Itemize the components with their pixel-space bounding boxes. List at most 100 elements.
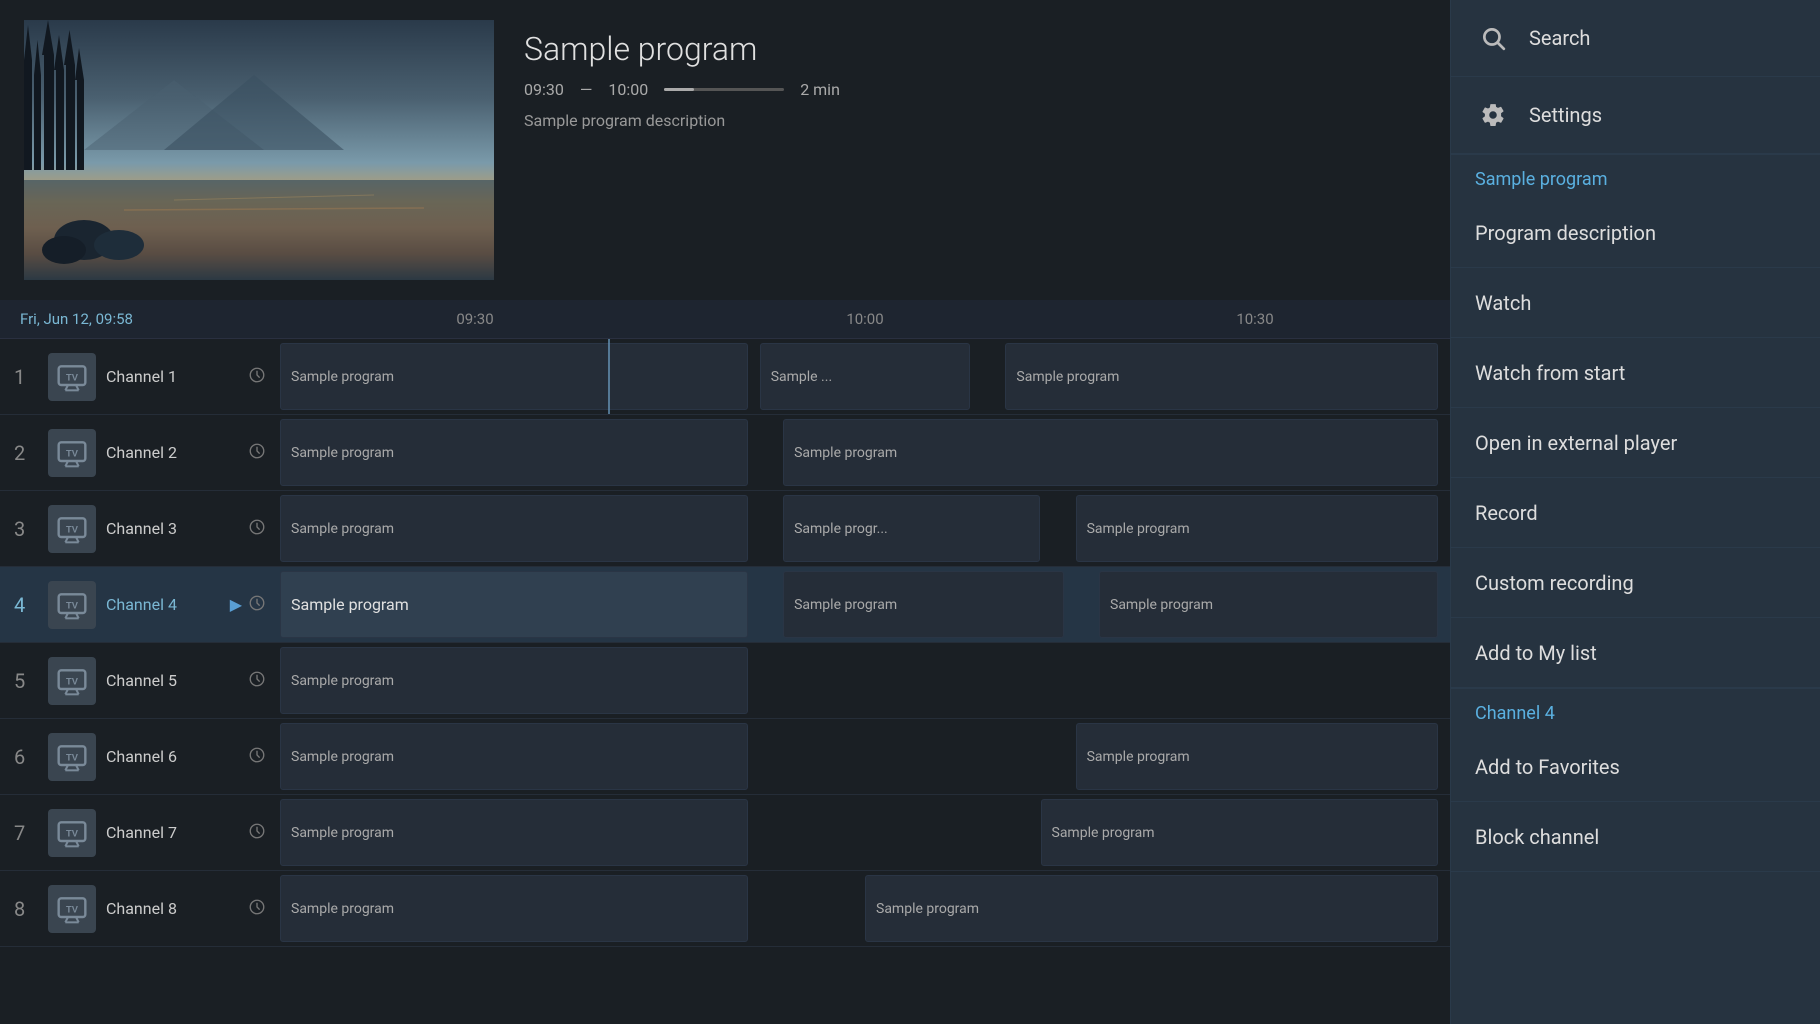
program-cell[interactable]: Sample program — [280, 875, 748, 942]
programs-6: Sample program Sample program — [280, 719, 1450, 794]
search-label: Search — [1529, 26, 1590, 50]
search-icon — [1475, 20, 1511, 56]
programs-4: Sample program Sample program Sample progr… — [280, 567, 1450, 642]
channel-logo: TV — [48, 885, 96, 933]
sidebar-item-search[interactable]: Search — [1451, 0, 1820, 77]
program-cell[interactable]: Sample ... — [760, 343, 971, 410]
channel-row-8[interactable]: 8 TV Channel 8 Sample program Sample prog… — [0, 871, 1450, 947]
program-cell[interactable]: Sample program — [280, 799, 748, 866]
channel-name: Channel 8 — [106, 899, 238, 918]
channel-actions — [248, 670, 266, 692]
channel-actions — [248, 518, 266, 540]
sidebar-item-add-mylist[interactable]: Add to My list — [1451, 618, 1820, 688]
sidebar-section-channel: Channel 4 — [1451, 689, 1820, 732]
svg-text:TV: TV — [66, 600, 79, 610]
channel-actions — [248, 746, 266, 768]
channel-row-4[interactable]: 4 TV Channel 4 ▶ Sample programSample pr… — [0, 567, 1450, 643]
channel-name: Channel 7 — [106, 823, 238, 842]
sidebar-item-block-channel[interactable]: Block channel — [1451, 802, 1820, 872]
channel-logo: TV — [48, 353, 96, 401]
block-channel-label: Block channel — [1475, 825, 1599, 849]
program-cell[interactable]: Sample program — [280, 495, 748, 562]
clock-icon — [248, 594, 266, 616]
sidebar: Search Settings Sample program Program d… — [1450, 0, 1820, 1024]
custom-recording-label: Custom recording — [1475, 571, 1634, 595]
channel-name: Channel 5 — [106, 671, 238, 690]
clock-icon — [248, 366, 266, 388]
clock-icon — [248, 746, 266, 768]
clock-icon — [248, 442, 266, 464]
program-cell[interactable]: Sample program — [1005, 343, 1438, 410]
settings-label: Settings — [1529, 103, 1602, 127]
program-cell[interactable]: Sample program — [783, 419, 1438, 486]
channel-row-3[interactable]: 3 TV Channel 3 Sample programSample prog… — [0, 491, 1450, 567]
program-cell[interactable]: Sample progr... — [783, 495, 1040, 562]
program-cell[interactable]: Sample program — [1076, 495, 1439, 562]
sidebar-item-program-description[interactable]: Program description — [1451, 198, 1820, 268]
program-cell[interactable]: Sample program — [1076, 723, 1439, 790]
program-cell[interactable]: Sample program — [783, 571, 1064, 638]
channel-row-1[interactable]: 1 TV Channel 1 Sample programSample ...S… — [0, 339, 1450, 415]
time-start: 09:30 — [524, 80, 564, 99]
program-cell[interactable]: Sample program — [280, 343, 748, 410]
main-content: Sample program 09:30 — 10:00 2 min Sampl… — [0, 0, 1450, 1024]
time-slots: 09:30 10:00 10:30 — [280, 310, 1450, 328]
time-separator: — — [580, 80, 593, 99]
channel-info-5: 5 TV Channel 5 — [0, 643, 280, 718]
sidebar-item-watch-from-start[interactable]: Watch from start — [1451, 338, 1820, 408]
channel-row-6[interactable]: 6 TV Channel 6 Sample programSample prog… — [0, 719, 1450, 795]
channel-actions — [248, 822, 266, 844]
program-cell[interactable]: Sample program — [280, 419, 748, 486]
channel-info-4: 4 TV Channel 4 ▶ — [0, 567, 280, 642]
programs-7: Sample program Sample program — [280, 795, 1450, 870]
sidebar-item-open-external[interactable]: Open in external player — [1451, 408, 1820, 478]
channel-actions: ▶ — [230, 594, 266, 616]
channel-name: Channel 3 — [106, 519, 238, 538]
programs-5: Sample program — [280, 643, 1450, 718]
sidebar-item-record[interactable]: Record — [1451, 478, 1820, 548]
program-cell[interactable]: Sample program — [1099, 571, 1438, 638]
program-cell[interactable]: Sample program — [280, 571, 748, 638]
watch-label: Watch — [1475, 291, 1531, 315]
channel-number: 8 — [14, 897, 38, 921]
sidebar-section-program: Sample program — [1451, 155, 1820, 198]
channel-actions — [248, 898, 266, 920]
channel-info-7: 7 TV Channel 7 — [0, 795, 280, 870]
channel-info-8: 8 TV Channel 8 — [0, 871, 280, 946]
program-cell[interactable]: Sample program — [280, 723, 748, 790]
channel-info-1: 1 TV Channel 1 — [0, 339, 280, 414]
channel-name: Channel 4 — [106, 595, 220, 614]
channel-actions — [248, 442, 266, 464]
sidebar-item-settings[interactable]: Settings — [1451, 77, 1820, 154]
channel-actions — [248, 366, 266, 388]
clock-icon — [248, 518, 266, 540]
svg-text:TV: TV — [66, 372, 79, 382]
program-description: Sample program description — [524, 111, 1426, 130]
channel-row-5[interactable]: 5 TV Channel 5 Sample program — [0, 643, 1450, 719]
programs-2: Sample program Sample program — [280, 415, 1450, 490]
channel-list: 1 TV Channel 1 Sample programSample ...S… — [0, 339, 1450, 947]
sidebar-item-add-favorites[interactable]: Add to Favorites — [1451, 732, 1820, 802]
program-cell[interactable]: Sample program — [865, 875, 1438, 942]
clock-icon — [248, 670, 266, 692]
channel-logo: TV — [48, 657, 96, 705]
progress-fill — [664, 88, 694, 91]
channel-number: 1 — [14, 365, 38, 389]
channel-name: Channel 1 — [106, 367, 238, 386]
sidebar-item-custom-recording[interactable]: Custom recording — [1451, 548, 1820, 618]
channel-row-2[interactable]: 2 TV Channel 2 Sample programSample prog… — [0, 415, 1450, 491]
time-slot-1: 09:30 — [280, 310, 670, 328]
channel-number: 2 — [14, 441, 38, 465]
svg-text:TV: TV — [66, 752, 79, 762]
program-info: Sample program 09:30 — 10:00 2 min Sampl… — [524, 20, 1426, 280]
svg-text:TV: TV — [66, 676, 79, 686]
time-slot-3: 10:30 — [1060, 310, 1450, 328]
program-cell[interactable]: Sample program — [280, 647, 748, 714]
programs-1: Sample programSample ...Sample program — [280, 339, 1450, 414]
program-cell[interactable]: Sample program — [1041, 799, 1439, 866]
channel-row-7[interactable]: 7 TV Channel 7 Sample programSample prog… — [0, 795, 1450, 871]
svg-text:TV: TV — [66, 448, 79, 458]
sidebar-item-watch[interactable]: Watch — [1451, 268, 1820, 338]
clock-icon — [248, 898, 266, 920]
time-header: Fri, Jun 12, 09:58 09:30 10:00 10:30 — [0, 300, 1450, 339]
